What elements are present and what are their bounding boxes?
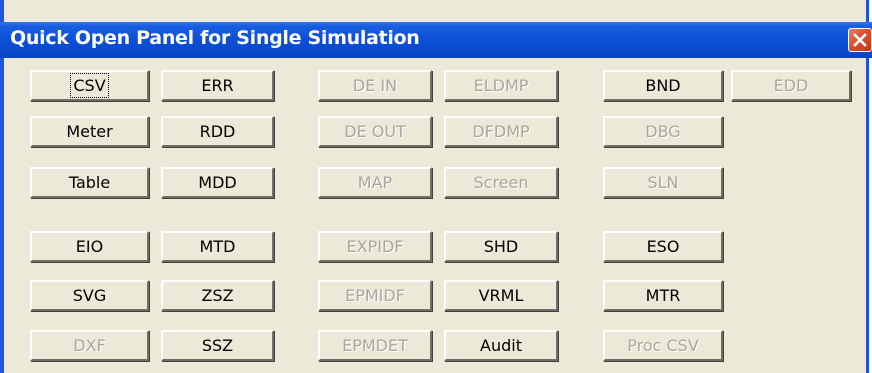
bnd-button[interactable]: BND [603,70,723,101]
eio-button[interactable]: EIO [30,231,149,262]
err-button[interactable]: ERR [161,70,274,101]
dfdmp-button[interactable]: DFDMP [444,116,558,147]
epmdet-button[interactable]: EPMDET [318,330,432,361]
epmidf-button[interactable]: EPMIDF [318,280,432,311]
shd-button[interactable]: SHD [444,231,558,262]
mtd-button[interactable]: MTD [161,231,274,262]
map-button[interactable]: MAP [318,167,432,198]
proc-csv-button[interactable]: Proc CSV [603,330,723,361]
eldmp-button[interactable]: ELDMP [444,70,558,101]
meter-button[interactable]: Meter [30,116,149,147]
svg-button[interactable]: SVG [30,280,149,311]
de-in-button[interactable]: DE IN [318,70,432,101]
vrml-button[interactable]: VRML [444,280,558,311]
dxf-button[interactable]: DXF [30,330,149,361]
title-bar[interactable]: Quick Open Panel for Single Simulation [0,22,872,58]
ssz-button[interactable]: SSZ [161,330,274,361]
de-out-button[interactable]: DE OUT [318,116,432,147]
eso-button[interactable]: ESO [603,231,723,262]
screen-button[interactable]: Screen [444,167,558,198]
close-button[interactable] [848,28,872,52]
mtr-button[interactable]: MTR [603,280,723,311]
close-x-icon [853,33,867,47]
table-button[interactable]: Table [30,167,149,198]
audit-button[interactable]: Audit [444,330,558,361]
csv-button[interactable]: CSV [30,70,149,101]
expidf-button[interactable]: EXPIDF [318,231,432,262]
zsz-button[interactable]: ZSZ [161,280,274,311]
rdd-button[interactable]: RDD [161,116,274,147]
mdd-button[interactable]: MDD [161,167,274,198]
window-title: Quick Open Panel for Single Simulation [10,27,420,49]
edd-button[interactable]: EDD [731,70,851,101]
sln-button[interactable]: SLN [603,167,723,198]
dbg-button[interactable]: DBG [603,116,723,147]
